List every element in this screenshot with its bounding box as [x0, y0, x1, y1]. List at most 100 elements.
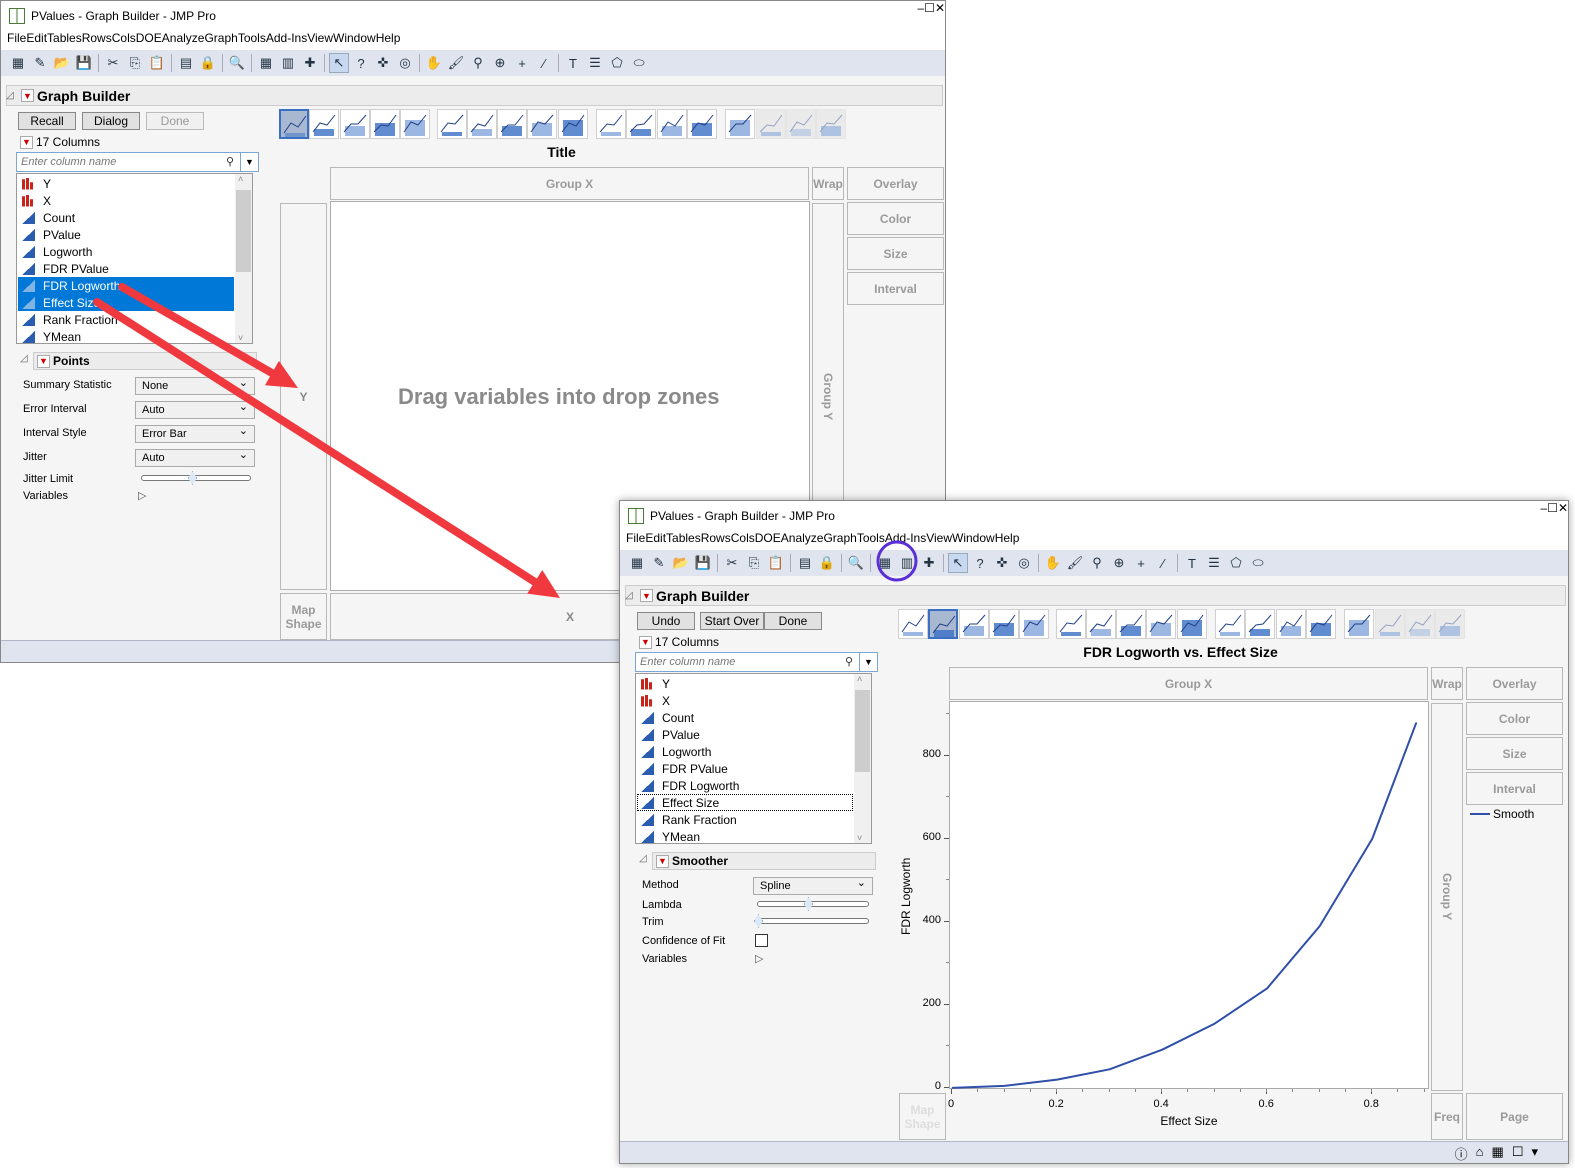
new-script-icon[interactable]: ✎: [30, 53, 50, 73]
disclosure-icon[interactable]: ◿: [20, 353, 28, 364]
graph-title[interactable]: Title: [279, 144, 844, 160]
list-scrollbar[interactable]: ˄ ˅: [854, 674, 871, 843]
chart-type-area-icon[interactable]: [1116, 609, 1147, 639]
disclosure-icon[interactable]: ◿: [6, 90, 18, 101]
chart-type-box-plot-icon[interactable]: [527, 109, 558, 139]
column-item[interactable]: FDR Logworth: [637, 777, 853, 794]
target-icon[interactable]: ◎: [1014, 553, 1034, 573]
add-rows-icon[interactable]: ✚: [300, 53, 320, 73]
dropdown-icon[interactable]: ▾: [1531, 1144, 1538, 1163]
column-item[interactable]: FDR PValue: [18, 260, 234, 277]
scroll-up-icon[interactable]: ˄: [238, 174, 243, 184]
size-drop-zone[interactable]: Size: [1466, 737, 1563, 770]
menu-help[interactable]: Help: [995, 531, 1020, 550]
open-icon[interactable]: 📂: [671, 553, 691, 573]
line-tool-icon[interactable]: ☰: [585, 53, 605, 73]
menu-view[interactable]: View: [926, 531, 952, 550]
menu-tables[interactable]: Tables: [47, 31, 82, 50]
magnifier-icon[interactable]: ⊕: [1109, 553, 1129, 573]
column-item[interactable]: Effect Size: [637, 794, 853, 811]
column-item[interactable]: Rank Fraction: [18, 311, 234, 328]
maximize-button[interactable]: ☐: [924, 1, 935, 31]
cut-icon[interactable]: ✂: [722, 553, 742, 573]
chart-type-line-icon[interactable]: [436, 109, 467, 139]
oval-icon[interactable]: ⬭: [1248, 553, 1268, 573]
overlay-drop-zone[interactable]: Overlay: [847, 167, 944, 200]
menu-edit[interactable]: Edit: [26, 31, 47, 50]
menu-cols[interactable]: Cols: [731, 531, 755, 550]
slider-knob[interactable]: [188, 471, 197, 485]
wrap-drop-zone[interactable]: Wrap: [812, 167, 844, 200]
help-tool-icon[interactable]: ?: [351, 53, 371, 73]
y-axis-label[interactable]: FDR Logworth: [899, 851, 913, 941]
y-drop-zone[interactable]: Y: [280, 203, 327, 590]
menu-view[interactable]: View: [307, 31, 333, 50]
lambda-slider[interactable]: [757, 897, 869, 911]
menu-analyze[interactable]: Analyze: [781, 531, 824, 550]
chart-type-treemap-icon[interactable]: [1275, 609, 1306, 639]
red-triangle-menu-icon[interactable]: ▼: [656, 854, 669, 868]
close-button[interactable]: ✕: [935, 1, 945, 31]
done-button[interactable]: Done: [764, 612, 822, 630]
map-shape-drop-zone[interactable]: Map Shape: [280, 593, 327, 640]
hand-tool-icon[interactable]: ✋: [424, 53, 444, 73]
red-triangle-menu-icon[interactable]: ▼: [37, 354, 50, 368]
maximize-button[interactable]: ☐: [1547, 501, 1558, 531]
jitter-limit-slider[interactable]: [141, 471, 251, 485]
menu-tables[interactable]: Tables: [666, 531, 701, 550]
disclosure-icon[interactable]: ◿: [625, 590, 637, 601]
chart-type-parallel-icon[interactable]: [816, 109, 847, 139]
line-tool-icon[interactable]: ☰: [1204, 553, 1224, 573]
scrollbar-thumb[interactable]: [855, 690, 870, 772]
chart-type-treemap-icon[interactable]: [656, 109, 687, 139]
chart-type-line-of-fit-icon[interactable]: [339, 109, 370, 139]
column-item[interactable]: Count: [637, 709, 853, 726]
column-item[interactable]: Rank Fraction: [637, 811, 853, 828]
confidence-of-fit-checkbox[interactable]: [755, 934, 768, 947]
brush-icon[interactable]: 🖌: [446, 53, 466, 73]
menu-graph[interactable]: Graph: [823, 531, 856, 550]
column-item[interactable]: YMean: [637, 828, 853, 845]
column-item[interactable]: X: [18, 192, 234, 209]
column-item[interactable]: FDR PValue: [637, 760, 853, 777]
error-interval-select[interactable]: Auto: [135, 399, 255, 419]
menu-file[interactable]: File: [7, 31, 26, 50]
column-search-input[interactable]: Enter column name ⚲ ▼: [635, 652, 878, 672]
column-item[interactable]: FDR Logworth: [18, 277, 234, 294]
chart-type-formula-icon[interactable]: [755, 109, 786, 139]
journal-icon[interactable]: ▤: [795, 553, 815, 573]
menu-rows[interactable]: Rows: [82, 31, 112, 50]
trim-slider[interactable]: [754, 914, 869, 928]
freq-drop-zone[interactable]: Freq: [1431, 1093, 1463, 1140]
chart-type-caption-box-icon[interactable]: [1344, 609, 1375, 639]
arrow-tool-icon[interactable]: ↖: [329, 53, 349, 73]
save-icon[interactable]: 💾: [693, 553, 713, 573]
plus-icon[interactable]: +: [512, 53, 532, 73]
text-annotate-icon[interactable]: T: [563, 53, 583, 73]
search-options-dropdown[interactable]: ▼: [240, 153, 258, 171]
red-triangle-menu-icon[interactable]: ▼: [640, 589, 653, 602]
group-y-drop-zone[interactable]: Group Y: [1431, 703, 1463, 1091]
data-table-icon[interactable]: ▦: [1492, 1144, 1504, 1163]
search-icon[interactable]: 🔍: [227, 53, 247, 73]
chart-type-line-icon[interactable]: [1055, 609, 1086, 639]
plot-area[interactable]: [949, 701, 1429, 1089]
wrap-drop-zone[interactable]: Wrap: [1431, 667, 1463, 700]
copy-icon[interactable]: ⎘: [125, 53, 145, 73]
scroll-down-icon[interactable]: ˅: [857, 833, 862, 843]
scroll-down-icon[interactable]: ˅: [238, 333, 243, 343]
color-drop-zone[interactable]: Color: [1466, 702, 1563, 735]
menu-cols[interactable]: Cols: [112, 31, 136, 50]
journal-icon[interactable]: ▤: [176, 53, 196, 73]
lock-icon[interactable]: 🔒: [198, 53, 218, 73]
chart-type-mosaic-icon[interactable]: [1305, 609, 1336, 639]
chart-type-line-of-fit-icon[interactable]: [958, 609, 989, 639]
chart-type-formula-icon[interactable]: [1374, 609, 1405, 639]
variables-expand-icon[interactable]: ▷: [755, 952, 763, 965]
chart-type-map-shapes-icon[interactable]: [1404, 609, 1435, 639]
color-drop-zone[interactable]: Color: [847, 202, 944, 235]
data-table-icon[interactable]: ▦: [256, 53, 276, 73]
close-button[interactable]: ✕: [1558, 501, 1568, 531]
add-rows-icon[interactable]: ✚: [919, 553, 939, 573]
column-item[interactable]: Y: [18, 175, 234, 192]
